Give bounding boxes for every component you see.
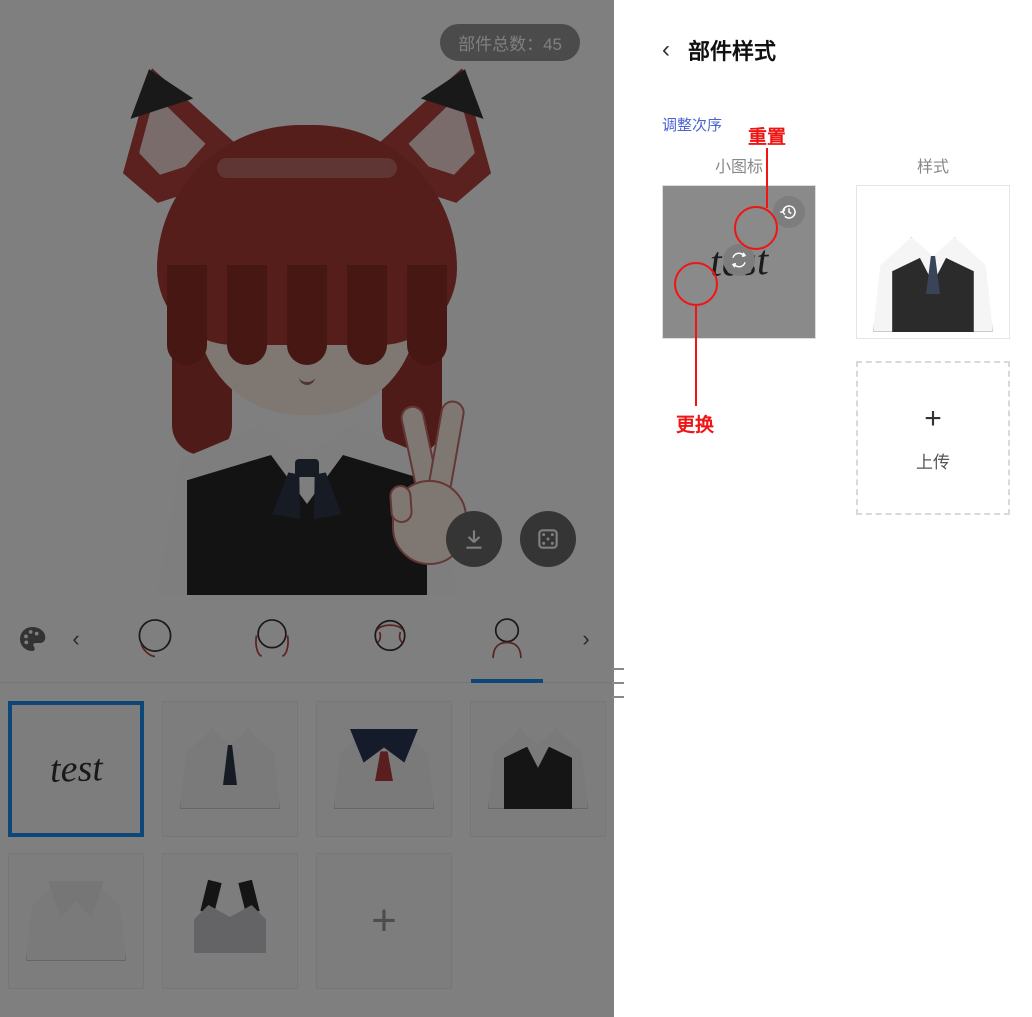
sample-grid: test + [0,683,614,1007]
category-strip: ‹ › [0,595,614,683]
sample-tile-shirt-tie[interactable] [162,701,298,837]
category-prev[interactable]: ‹ [56,626,96,652]
category-next[interactable]: › [566,626,606,652]
plus-icon: + [371,899,397,943]
back-button[interactable]: ‹ [662,38,670,62]
sample-tile-maid[interactable] [162,853,298,989]
sample-tile-add[interactable]: + [316,853,452,989]
panel-title: 部件样式 [688,34,776,66]
history-icon [780,203,798,221]
sample-tile-label: test [49,746,103,792]
download-button[interactable] [446,511,502,567]
parts-count-value: 45 [543,35,562,54]
category-face[interactable] [111,605,199,673]
category-hair-front[interactable] [346,605,434,673]
swap-icon-button[interactable] [723,244,755,276]
sample-tile-vest[interactable] [470,701,606,837]
sample-tile-collar[interactable] [8,853,144,989]
parts-count-prefix: 部件总数： [458,35,543,54]
color-palette-button[interactable] [8,615,56,663]
upload-style-button[interactable]: + 上传 [856,361,1010,515]
download-icon [461,526,487,552]
sample-tile-test[interactable]: test [8,701,144,837]
icon-thumbnail[interactable]: test [662,185,816,339]
column-header-icon: 小图标 [662,153,816,177]
editor-pane: 部件总数：45 [0,0,614,1017]
upload-label: 上传 [916,448,950,473]
reorder-link[interactable]: 调整次序 [662,114,722,135]
pane-resize-handle[interactable] [612,668,624,698]
palette-icon [16,623,48,655]
sample-tile-sailor[interactable] [316,701,452,837]
part-style-panel: ‹ 部件样式 调整次序 小图标 样式 test [614,0,1032,1017]
swap-icon [730,251,748,269]
plus-icon: + [924,404,942,434]
avatar-figure [92,55,522,595]
category-outfit[interactable] [463,605,551,673]
category-hair-back[interactable] [228,605,316,673]
randomize-button[interactable] [520,511,576,567]
annotation-reset-label: 重置 [748,122,786,149]
dice-icon [535,526,561,552]
style-thumbnail[interactable] [856,185,1010,339]
avatar-preview: 部件总数：45 [0,0,614,595]
reset-icon-button[interactable] [773,196,805,228]
column-header-style: 样式 [856,153,1010,177]
